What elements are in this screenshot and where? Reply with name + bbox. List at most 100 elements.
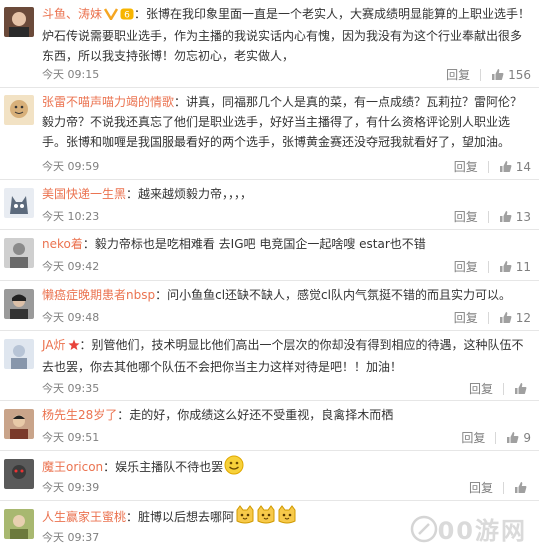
like-count: 13 [515, 209, 531, 224]
divider [503, 382, 504, 395]
comment-text: ：走的好，你成绩这么好还不受重视，良禽择木而栖 [117, 408, 394, 422]
reply-button[interactable]: 回复 [469, 380, 493, 397]
comment-text: ：脏博以后想去哪阿 [126, 510, 235, 524]
svg-text:6: 6 [124, 11, 130, 21]
comment-actions: 回复 [469, 380, 531, 397]
thumbs-up-icon [499, 312, 512, 323]
avatar[interactable] [4, 7, 34, 37]
timestamp: 今天 09:39 [42, 481, 100, 494]
reply-button[interactable]: 回复 [454, 208, 478, 225]
username-link[interactable]: JA炘 [42, 338, 66, 352]
avatar[interactable] [4, 95, 34, 125]
comment-text: ：毅力帝标也是吃相难看 去IG吧 电竞国企一起啥嗖 estar也不错 [82, 237, 426, 251]
timestamp: 今天 09:51 [42, 431, 100, 444]
timestamp: 今天 09:42 [42, 260, 100, 273]
timestamp: 今天 09:35 [42, 382, 100, 395]
divider [487, 311, 489, 324]
comment-actions: 回复 13 [454, 208, 531, 225]
username-link[interactable]: 斗鱼、涛妹 [42, 7, 102, 21]
comment-actions: 回复 14 [454, 158, 531, 175]
username-link[interactable]: 美国快递一生黑 [42, 187, 126, 201]
avatar[interactable] [4, 238, 34, 268]
like-button[interactable]: 156 [491, 68, 531, 82]
thumbs-up-icon [515, 383, 527, 394]
timestamp: 今天 09:37 [42, 531, 100, 544]
reply-button[interactable]: 回复 [469, 479, 493, 496]
like-button[interactable]: 11 [499, 260, 531, 274]
divider [503, 481, 504, 494]
cat-emoji-icon [235, 505, 255, 531]
like-count: 12 [515, 310, 531, 325]
avatar[interactable] [4, 339, 34, 369]
reply-button[interactable]: 回复 [454, 158, 478, 175]
reply-button[interactable]: 回复 [446, 66, 470, 83]
timestamp: 今天 09:48 [42, 311, 100, 324]
comment-body: 斗鱼、涛妹 6 ：张博在我印象里面一直是一个老实人，大赛成绩明显能算的上职业选手！炉… [42, 4, 531, 66]
watermark-text: 00游网 [437, 517, 527, 545]
smile-emoji-icon [224, 455, 244, 481]
like-button[interactable]: 14 [499, 160, 531, 174]
comment-item: neko着：毅力帝标也是吃相难看 去IG吧 电竞国企一起啥嗖 estar也不错 … [0, 230, 539, 281]
username-link[interactable]: 人生赢家王蜜桃 [42, 510, 126, 524]
comment-actions: 回复 [469, 479, 531, 496]
divider [495, 431, 497, 444]
comment-actions: 回复 12 [454, 309, 531, 326]
star-badge-icon [68, 337, 80, 357]
comment-item: 美国快递一生黑：越来越烦毅力帝，，，， 今天 10:23 回复 13 [0, 180, 539, 230]
comment-body: 懒癌症晚期患者nbsp：问小鱼鱼cl还缺不缺人，感觉cl队内气氛挺不错的而且实力… [42, 285, 531, 305]
comment-body: 张雷不喵声喵力竭的情歌：讲真，同福那几个人是真的菜，有一点成绩？瓦莉拉？雷阿伦？… [42, 92, 531, 152]
username-link[interactable]: 张雷不喵声喵力竭的情歌 [42, 95, 174, 109]
comment-item: 魔王oricon：娱乐主播队不待也罢 今天 09:39 回复 [0, 451, 539, 501]
comment-text: ：别管他们，技术明显比他们高出一个层次的你却没有得到相应的待遇，这种队伍不去也罢… [42, 338, 524, 374]
avatar[interactable] [4, 459, 34, 489]
divider [480, 68, 482, 81]
comment-body: neko着：毅力帝标也是吃相难看 去IG吧 电竞国企一起啥嗖 estar也不错 [42, 234, 531, 254]
comment-body: JA炘 ：别管他们，技术明显比他们高出一个层次的你却没有得到相应的待遇，这种队伍不… [42, 335, 531, 377]
comment-item: 懒癌症晚期患者nbsp：问小鱼鱼cl还缺不缺人，感觉cl队内气氛挺不错的而且实力… [0, 281, 539, 331]
divider [487, 210, 489, 223]
thumbs-up-icon [499, 261, 512, 272]
comment-text: ：娱乐主播队不待也罢 [103, 460, 224, 474]
thumbs-up-icon [499, 211, 512, 222]
comment-body: 美国快递一生黑：越来越烦毅力帝，，，， [42, 184, 531, 204]
like-button[interactable]: 13 [499, 210, 531, 224]
comment-actions: 回复 156 [446, 66, 531, 83]
cat-emoji-icon [256, 505, 276, 531]
thumbs-up-icon [499, 161, 512, 172]
divider [487, 160, 489, 173]
username-link[interactable]: 懒癌症晚期患者nbsp [42, 288, 155, 302]
divider [487, 260, 489, 273]
like-button[interactable]: 9 [506, 431, 531, 445]
avatar[interactable] [4, 409, 34, 439]
like-count: 156 [508, 67, 531, 82]
timestamp: 今天 09:15 [42, 68, 100, 81]
avatar[interactable] [4, 509, 34, 539]
vip-badge-icon: 6 [120, 6, 134, 26]
verified-badge-icon [103, 6, 119, 26]
like-button[interactable]: 12 [499, 311, 531, 325]
comment-item: 张雷不喵声喵力竭的情歌：讲真，同福那几个人是真的菜，有一点成绩？瓦莉拉？雷阿伦？… [0, 88, 539, 180]
comment-text: ：越来越烦毅力帝，，，， [126, 187, 253, 201]
thumbs-up-icon [515, 482, 527, 493]
like-button[interactable] [514, 382, 531, 395]
username-link[interactable]: neko着 [42, 237, 83, 251]
comment-text: ：问小鱼鱼cl还缺不缺人，感觉cl队内气氛挺不错的而且实力可以。 [155, 288, 511, 302]
username-link[interactable]: 杨先生28岁了 [42, 408, 117, 422]
comment-body: 魔王oricon：娱乐主播队不待也罢 [42, 455, 531, 481]
avatar[interactable] [4, 188, 34, 218]
comment-item: 杨先生28岁了：走的好，你成绩这么好还不受重视，良禽择木而栖 今天 09:51 … [0, 401, 539, 451]
comment-actions: 回复 11 [454, 258, 531, 275]
timestamp: 今天 09:59 [42, 160, 100, 173]
like-button[interactable] [514, 481, 531, 494]
comment-item: 斗鱼、涛妹 6 ：张博在我印象里面一直是一个老实人，大赛成绩明显能算的上职业选手！炉… [0, 0, 539, 88]
reply-button[interactable]: 回复 [454, 309, 478, 326]
thumbs-up-icon [492, 69, 504, 80]
like-count: 9 [523, 430, 531, 445]
reply-button[interactable]: 回复 [461, 429, 485, 446]
thumbs-up-icon [507, 432, 519, 443]
timestamp: 今天 10:23 [42, 210, 100, 223]
avatar[interactable] [4, 289, 34, 319]
username-link[interactable]: 魔王oricon [42, 460, 103, 474]
reply-button[interactable]: 回复 [454, 258, 478, 275]
comment-actions: 回复 9 [461, 429, 531, 446]
